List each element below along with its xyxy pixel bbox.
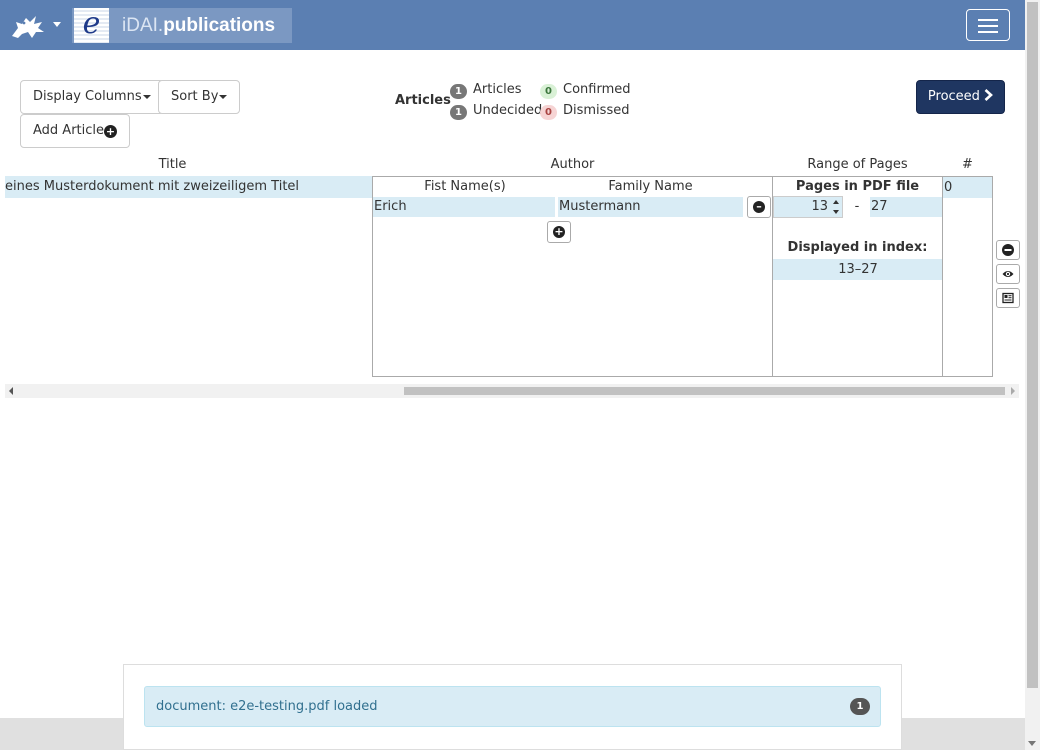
dismissed-count-badge: 0 (540, 105, 557, 120)
articles-count-badge: 1 (450, 84, 467, 99)
hamburger-icon (978, 19, 998, 21)
dismissed-count-label: Dismissed (563, 103, 630, 118)
first-name-header: Fist Name(s) (424, 179, 506, 194)
brand-title: iDAI.publications (122, 15, 275, 37)
add-article-button[interactable]: Add Article + (20, 114, 131, 148)
scrollbar-thumb[interactable] (1027, 2, 1038, 688)
displayed-index-input[interactable]: 13–27 (773, 259, 942, 280)
article-number-input[interactable]: 0 (943, 177, 992, 198)
page-range-separator: - (854, 199, 860, 214)
brand-caret-icon[interactable] (53, 22, 61, 27)
article-title-input[interactable]: eines Musterdokument mit zweizeiligem Ti… (5, 176, 373, 198)
column-header-title[interactable]: Title (5, 157, 340, 172)
column-header-range[interactable]: Range of Pages (773, 157, 942, 172)
page-from-value: 13 (811, 199, 828, 214)
caret-down-icon (219, 94, 228, 99)
hamburger-line (978, 25, 998, 27)
vertical-scrollbar[interactable] (1025, 0, 1040, 750)
displayed-index-label: Displayed in index: (787, 240, 928, 255)
spin-up-icon[interactable] (833, 200, 839, 204)
scroll-left-arrow-icon[interactable] (9, 387, 13, 395)
display-columns-label: Display Columns (33, 89, 142, 104)
sort-by-button[interactable]: Sort By (158, 80, 241, 114)
newspaper-icon (1002, 292, 1014, 304)
page-to-input[interactable]: 27 (870, 197, 942, 217)
spin-down-icon[interactable] (833, 210, 839, 214)
dismiss-article-button[interactable] (996, 240, 1020, 260)
proceed-button[interactable]: Proceed (916, 80, 1005, 114)
undecided-count-badge: 1 (450, 105, 467, 120)
preview-article-button[interactable] (996, 264, 1020, 284)
add-article-label: Add Article (33, 123, 105, 138)
scroll-down-arrow-icon[interactable] (1028, 741, 1036, 746)
remove-author-button[interactable]: – (747, 196, 771, 218)
sort-by-label: Sort By (171, 89, 219, 104)
e-logo-icon: e (74, 8, 109, 43)
pages-pdf-label: Pages in PDF file (795, 179, 920, 194)
message-count-badge: 1 (850, 698, 870, 715)
griffin-logo-icon[interactable] (10, 12, 50, 40)
minus-circle-icon: – (753, 201, 765, 213)
message-panel: document: e2e-testing.pdf loaded 1 (123, 664, 902, 750)
family-name-header: Family Name (608, 179, 693, 194)
number-panel (942, 176, 993, 377)
confirmed-count-label: Confirmed (563, 82, 631, 97)
confirmed-count-badge: 0 (540, 84, 557, 99)
plus-circle-icon: + (553, 225, 565, 238)
page-from-input[interactable]: 13 (773, 196, 843, 218)
minus-circle-icon (1002, 244, 1014, 256)
articles-count-label: Articles (473, 82, 522, 97)
eye-icon (1002, 271, 1014, 277)
column-header-number[interactable]: # (943, 157, 992, 172)
scroll-right-arrow-icon[interactable] (1011, 387, 1015, 395)
undecided-count-label: Undecided (473, 103, 543, 118)
proceed-label: Proceed (927, 89, 980, 104)
add-author-button[interactable]: + (547, 221, 571, 243)
message-text: document: e2e-testing.pdf loaded (156, 699, 378, 714)
first-name-input[interactable]: Erich (373, 197, 555, 217)
brand-title-light: iDAI. (122, 15, 164, 36)
message-alert[interactable]: document: e2e-testing.pdf loaded 1 (144, 686, 881, 727)
family-name-input[interactable]: Mustermann (558, 197, 743, 217)
navbar: e iDAI.publications (0, 0, 1025, 50)
summary-title: Articles (395, 93, 451, 108)
article-details-button[interactable] (996, 288, 1020, 308)
horizontal-scrollbar-thumb[interactable] (404, 387, 1005, 395)
hamburger-line (978, 31, 998, 33)
horizontal-scrollbar[interactable] (5, 384, 1019, 398)
column-header-author[interactable]: Author (373, 157, 772, 172)
caret-down-icon (142, 94, 151, 99)
brand[interactable]: e iDAI.publications (72, 8, 292, 43)
chevron-right-icon (984, 89, 994, 101)
menu-toggle-button[interactable] (966, 9, 1010, 41)
plus-circle-icon: + (104, 125, 118, 138)
brand-title-bold: publications (163, 15, 276, 36)
display-columns-button[interactable]: Display Columns (20, 80, 164, 114)
